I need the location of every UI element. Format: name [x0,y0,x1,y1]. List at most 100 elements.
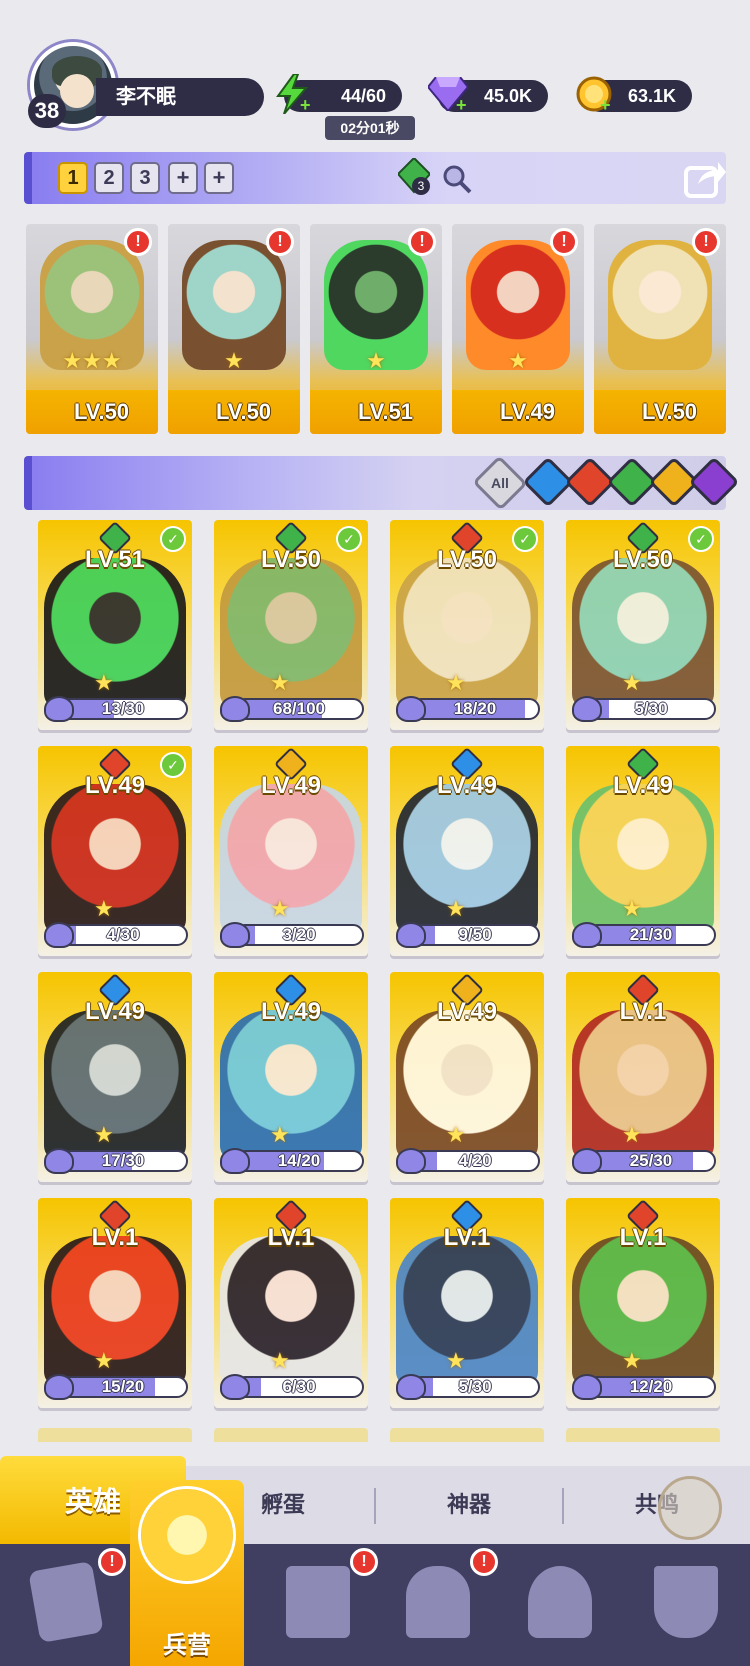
hero-card[interactable]: LV.49 ★ 3/20 [214,746,368,956]
shard-progress-bar: 14/20 [234,1150,364,1172]
shard-progress-bar: 5/30 [586,698,716,720]
alert-icon: ! [124,228,152,256]
hero-card[interactable]: LV.1 ★ 5/30 [390,1198,544,1408]
shard-count: 17/30 [101,1151,145,1170]
team-slot-2[interactable]: 2 [94,162,124,194]
team-card-1[interactable]: ! ★★★ LV.50 [26,224,158,434]
shard-progress-bar: 18/20 [410,698,540,720]
next-row-peek [566,1428,720,1442]
hero-portrait [396,784,538,934]
hero-portrait [44,784,186,934]
hero-card[interactable]: ✓ LV.50 ★ 18/20 [390,520,544,730]
star-icon: ★ [446,1348,466,1373]
gold-plus-icon[interactable]: + [600,96,614,114]
hero-portrait [220,1236,362,1386]
filter-all-label: All [491,475,509,491]
star-icon: ★ [622,896,642,921]
team-card-level: LV.50 [594,390,726,434]
shard-count: 9/50 [458,925,492,944]
floating-menu-button[interactable] [658,1476,722,1540]
star-icon: ★ [270,1122,290,1147]
hero-card[interactable]: LV.1 ★ 15/20 [38,1198,192,1408]
hero-level: LV.49 [260,998,322,1025]
alert-icon: ! [408,228,436,256]
hero-level: LV.49 [84,998,146,1025]
shard-progress-bar: 5/30 [410,1376,540,1398]
star-icon: ★ [270,670,290,695]
energy-plus-icon[interactable]: + [300,96,314,114]
hero-portrait [608,240,712,370]
element-filter-bar: All [24,455,740,511]
shard-progress-bar: 4/20 [410,1150,540,1172]
hero-card[interactable]: LV.1 ★ 12/20 [566,1198,720,1408]
star-icon: ★ [94,1348,114,1373]
bottom-nav: ! 兵营 ! ! [0,1480,750,1666]
shard-progress-bar: 21/30 [586,924,716,946]
next-row-peek [390,1428,544,1442]
hero-level: LV.49 [612,772,674,799]
nav-cards[interactable]: ! [4,1544,128,1666]
search-icon[interactable] [442,164,472,194]
nav-barracks-label: 兵营 [163,1632,211,1659]
star-icon: ★ [446,896,466,921]
nav-barracks[interactable]: 兵营 [130,1480,244,1666]
shard-count: 4/30 [106,925,140,944]
hero-card[interactable]: LV.1 ★ 6/30 [214,1198,368,1408]
hero-card[interactable]: LV.49 ★ 17/30 [38,972,192,1182]
team-slot-3[interactable]: 3 [130,162,160,194]
energy-timer: 02分01秒 [325,116,415,140]
tab-resonance[interactable]: 共鸣 [564,1466,750,1544]
team-card-3[interactable]: ! ★ LV.51 [310,224,442,434]
nav-shop[interactable] [498,1544,622,1666]
hero-shard-icon [396,1148,426,1174]
hero-level: LV.50 [260,546,322,573]
tab-artifact[interactable]: 神器 [376,1466,562,1544]
team-card-level: LV.50 [26,390,158,434]
star-rating: ★ [366,348,386,373]
hero-portrait [396,558,538,708]
hero-card[interactable]: LV.1 ★ 25/30 [566,972,720,1182]
hero-portrait [44,1010,186,1160]
top-bar: 李不眠 38 44/60 + 02分01秒 45.0K + 63.1K + [0,38,750,140]
hero-card[interactable]: ✓ LV.50 ★ 5/30 [566,520,720,730]
hero-card[interactable]: ✓ LV.49 ★ 4/30 [38,746,192,956]
hero-card[interactable]: ✓ LV.51 ★ 13/30 [38,520,192,730]
team-card-4[interactable]: ! ★ LV.49 [452,224,584,434]
team-card-5[interactable]: ! LV.50 [594,224,726,434]
hero-card[interactable]: LV.49 ★ 4/20 [390,972,544,1182]
team-slot-1[interactable]: 1 [58,162,88,194]
shard-progress-bar: 25/30 [586,1150,716,1172]
gem-plus-icon[interactable]: + [456,96,470,114]
hero-card[interactable]: ✓ LV.50 ★ 68/100 [214,520,368,730]
hero-shard-icon [220,1148,250,1174]
hero-card[interactable]: LV.49 ★ 21/30 [566,746,720,956]
team-slot-add-1[interactable]: + [168,162,198,194]
star-icon: ★ [94,670,114,695]
hero-portrait [572,558,714,708]
hero-portrait [572,784,714,934]
hero-portrait [44,558,186,708]
hero-shard-icon [572,696,602,722]
hero-card[interactable]: LV.49 ★ 9/50 [390,746,544,956]
share-icon[interactable] [684,158,726,198]
team-slot-add-2[interactable]: + [204,162,234,194]
shard-progress-bar: 68/100 [234,698,364,720]
energy-value: 44/60 [340,86,386,106]
hero-level: LV.1 [267,1224,315,1251]
hero-card[interactable]: LV.49 ★ 14/20 [214,972,368,1182]
hero-shard-icon [220,922,250,948]
star-icon: ★ [446,670,466,695]
nav-map[interactable]: ! [256,1544,380,1666]
hero-shard-icon [44,696,74,722]
team-card-level: LV.50 [168,390,300,434]
nav-guild[interactable] [624,1544,748,1666]
next-row-peek [214,1428,368,1442]
dark-filter-icon[interactable] [688,456,740,508]
barracks-icon [138,1486,236,1584]
next-row-peek [38,1428,192,1442]
star-icon: ★ [622,670,642,695]
nav-castle[interactable]: ! [376,1544,500,1666]
team-card-2[interactable]: ! ★ LV.50 [168,224,300,434]
alert-icon: ! [470,1548,498,1576]
hero-portrait [396,1236,538,1386]
